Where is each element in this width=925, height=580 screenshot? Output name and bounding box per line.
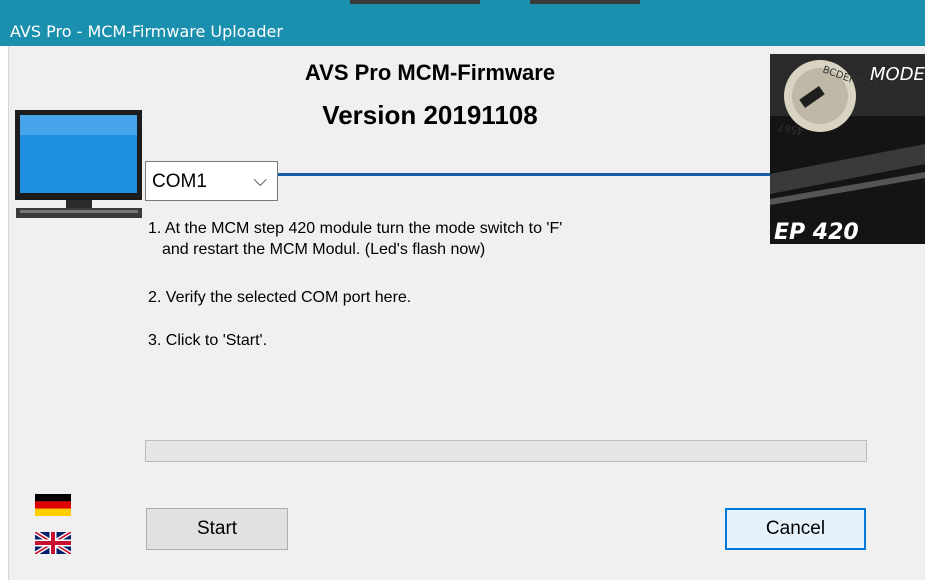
com-port-select[interactable]: COM1 ⌵ xyxy=(145,161,278,201)
window-title: AVS Pro - MCM-Firmware Uploader xyxy=(10,22,283,41)
connection-line xyxy=(278,173,770,176)
chevron-down-icon[interactable]: ⌵ xyxy=(253,170,267,191)
instruction-step-3: 3. Click to 'Start'. xyxy=(148,332,268,349)
model-label: EP 420 xyxy=(774,220,859,244)
uk-flag-icon[interactable] xyxy=(35,532,71,554)
com-port-value: COM1 xyxy=(152,171,207,192)
german-flag-icon[interactable] xyxy=(35,494,71,516)
mode-label: MODE xyxy=(870,64,925,85)
title-bar-shadow xyxy=(530,0,640,4)
title-bar-shadow xyxy=(350,0,480,4)
upload-progress-bar xyxy=(145,440,867,462)
instruction-step-2: 2. Verify the selected COM port here. xyxy=(148,289,412,306)
cancel-button[interactable]: Cancel xyxy=(725,508,866,550)
start-button[interactable]: Start xyxy=(146,508,288,550)
uploader-window: AVS Pro - MCM-Firmware Uploader AVS Pro … xyxy=(0,0,925,580)
app-heading: AVS Pro MCM-Firmware xyxy=(304,60,556,85)
instruction-step-1: 1. At the MCM step 420 module turn the m… xyxy=(148,220,563,237)
mcm-module-photo: BCDEF0123 4567 MODE EP 420 xyxy=(770,54,925,244)
computer-monitor-icon xyxy=(15,110,142,218)
instruction-step-1-cont: and restart the MCM Modul. (Led's flash … xyxy=(162,241,486,258)
title-bar[interactable]: AVS Pro - MCM-Firmware Uploader xyxy=(0,0,925,46)
